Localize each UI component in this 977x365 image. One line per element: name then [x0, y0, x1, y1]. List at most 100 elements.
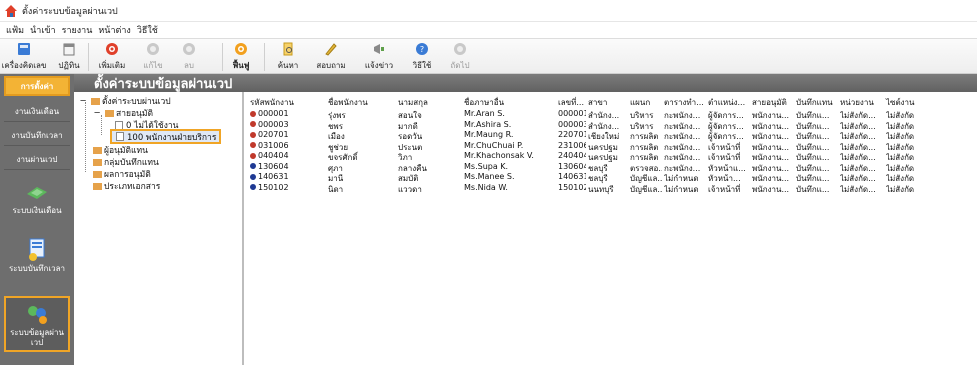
table-cell: Ms.Supa K. — [464, 161, 509, 171]
announce-icon — [371, 41, 387, 57]
column-header[interactable]: นามสกุล — [398, 96, 462, 109]
module-web-data-label: ระบบข้อมูลผ่านเวป — [10, 328, 64, 347]
sidebar-item-web[interactable]: งานผ่านเวป — [4, 150, 70, 170]
table-cell: นนทบุรี — [588, 184, 614, 194]
table-cell: Mr.ChuChuai P. — [464, 140, 524, 150]
delete-button[interactable]: ลบ — [176, 41, 202, 73]
time-record-icon — [24, 238, 50, 262]
table-cell: Ms.Manee S. — [464, 172, 515, 181]
menu-window[interactable]: หน้าต่าง — [98, 23, 130, 37]
module-time-record[interactable]: ระบบบันทึกเวลา — [4, 234, 70, 288]
module-salary[interactable]: ระบบเงินเดือน — [4, 176, 70, 222]
search-button[interactable]: ค้นหา — [272, 41, 304, 73]
announce-button[interactable]: แจ้งข่าว — [362, 41, 396, 73]
table-cell: 220701 — [558, 130, 586, 139]
table-cell: 130604 — [250, 162, 326, 171]
module-web-data[interactable]: ระบบข้อมูลผ่านเวป — [4, 296, 70, 352]
table-cell: แววดา — [398, 184, 422, 194]
toolbar-separator — [222, 43, 223, 71]
svg-text:?: ? — [420, 45, 424, 54]
menu-help[interactable]: วิธีใช้ — [137, 23, 158, 37]
edit-button[interactable]: แก้ไข — [138, 41, 168, 73]
add-button[interactable]: เพิ่มเติม — [94, 41, 130, 73]
next-icon — [452, 41, 468, 57]
table-row[interactable]: 140631 มานี สมบัติ Ms.Manee S. 140631 ชลบุรีบ… — [246, 172, 966, 183]
sidebar-item-settings[interactable]: การตั้งค่า — [4, 76, 70, 96]
table-cell: 140631 — [558, 172, 586, 181]
column-header[interactable]: รหัสพนักงาน — [250, 96, 326, 109]
next-button[interactable]: ถัดไป — [446, 41, 474, 73]
column-header[interactable]: สาขา — [588, 96, 628, 109]
employee-status-icon — [250, 142, 256, 148]
calculator-icon — [16, 41, 32, 57]
module-salary-label: ระบบเงินเดือน — [12, 206, 62, 215]
column-header[interactable]: ตารางทำ... — [664, 96, 706, 109]
table-cell: Mr.Khachonsak V. — [464, 151, 534, 160]
table-cell: ไม่สังกัด — [886, 184, 915, 194]
column-header[interactable]: ตำแหน่ง... — [708, 96, 750, 109]
calendar-button[interactable]: ปฏิทิน — [54, 41, 84, 73]
table-row[interactable]: 020701 เมือง รอดวัน Mr.Maung R. 220701 เชียงใ… — [246, 130, 966, 141]
search-icon — [280, 41, 296, 57]
menu-bar: แฟ้ม นำเข้า รายงาน หน้าต่าง วิธีใช้ — [0, 22, 977, 38]
table-cell: ไม่สังกัด... — [840, 184, 876, 194]
document-icon — [115, 132, 125, 141]
table-row[interactable]: 031006 ชูช่วย ประนต Mr.ChuChuai P. 231006 นคร… — [246, 140, 966, 152]
table-cell: Ms.Nida W. — [464, 182, 508, 192]
calculator-button[interactable]: เครื่องคิดเลข — [2, 41, 46, 73]
tree-node-document-type[interactable]: ประเภทเอกสาร — [92, 180, 160, 192]
query-button[interactable]: สอบถาม — [314, 41, 348, 73]
folder-icon — [92, 158, 102, 167]
table-row[interactable]: 000001 รุ่งพร สอนใจ Mr.Aran S. 000001 สำนักง.… — [246, 109, 966, 120]
table-cell: บัญชีแล... — [630, 184, 662, 194]
column-header[interactable]: สายอนุมัติ — [752, 96, 794, 109]
refresh-button[interactable]: ฟื้นฟู — [228, 41, 254, 73]
table-cell: 000003 — [250, 120, 326, 129]
collapse-icon[interactable]: − — [78, 96, 88, 106]
toolbar: เครื่องคิดเลข ปฏิทิน เพิ่มเติม แก้ไข ลบ … — [0, 38, 977, 74]
refresh-icon — [233, 41, 249, 57]
table-cell: 040404 — [250, 151, 326, 160]
table-row[interactable]: 040404 ขจรศักดิ์ วิภา Mr.Khachonsak V. 24040… — [246, 151, 966, 162]
column-header[interactable]: เลขที่... — [558, 96, 586, 109]
folder-icon — [92, 170, 102, 179]
title-bar: ตั้งค่าระบบข้อมูลผ่านเวป — [0, 0, 977, 22]
table-cell: ไม่กำหนด — [664, 184, 699, 194]
table-row[interactable]: 130604 ศุภา กลางคืน Ms.Supa K. 130604 ชลบุรีต… — [246, 161, 966, 173]
web-data-icon — [24, 302, 50, 326]
tree-node-service-staff[interactable]: 100 พนักงานฝ่ายบริการ — [110, 129, 222, 144]
employee-grid: รหัสพนักงาน ชื่อพนักงาน นามสกุล ชื่อภาษาอื่… — [246, 92, 977, 365]
column-header[interactable]: ไซต์งาน — [886, 96, 926, 109]
table-cell: 031006 — [250, 141, 326, 150]
calendar-icon — [61, 41, 77, 57]
column-header[interactable]: หน่วยงาน — [840, 96, 884, 109]
help-button[interactable]: ? วิธีใช้ — [408, 41, 436, 73]
table-cell: 150102 — [558, 182, 586, 192]
table-row[interactable]: 150102 นิดา แววดา Ms.Nida W. 150102 นนทบุรี บั… — [246, 182, 966, 194]
column-header[interactable]: ชื่อภาษาอื่น — [464, 96, 556, 109]
collapse-icon[interactable]: − — [92, 108, 102, 118]
table-cell: 020701 — [250, 130, 326, 139]
table-cell: บันทึกแ... — [796, 184, 830, 194]
table-cell: 140631 — [250, 172, 326, 181]
folder-icon — [92, 182, 102, 191]
column-header[interactable]: บันทึกแทน — [796, 96, 838, 109]
table-cell: 000003 — [558, 119, 586, 129]
table-row[interactable]: 000003 ชพร มากดี Mr.Ashira S. 000003 สำนักง..… — [246, 119, 966, 131]
table-cell: 000001 — [558, 109, 586, 118]
menu-report[interactable]: รายงาน — [62, 23, 93, 37]
column-header[interactable]: แผนก — [630, 96, 662, 109]
column-header[interactable]: ชื่อพนักงาน — [328, 96, 396, 109]
employee-status-icon — [250, 110, 256, 117]
employee-status-icon — [250, 163, 256, 169]
table-cell: 231006 — [558, 140, 586, 150]
sidebar-item-payroll[interactable]: งานเงินเดือน — [4, 102, 70, 122]
folder-icon — [104, 109, 114, 118]
table-cell: Mr.Ashira S. — [464, 119, 512, 129]
page-title: ตั้งค่าระบบข้อมูลผ่านเวป — [74, 74, 977, 92]
help-icon: ? — [414, 41, 430, 57]
edit-icon — [145, 41, 161, 57]
menu-file[interactable]: แฟ้ม — [6, 23, 24, 37]
menu-import[interactable]: นำเข้า — [30, 23, 56, 37]
sidebar-item-time-record[interactable]: งานบันทึกเวลา — [4, 126, 70, 146]
